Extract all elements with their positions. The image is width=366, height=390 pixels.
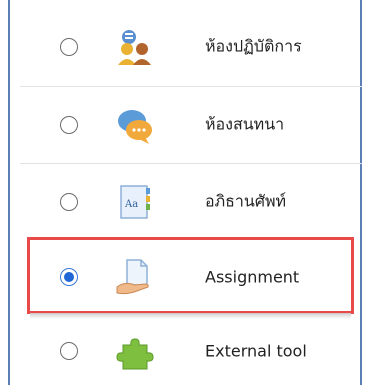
activity-option-chat[interactable]: ห้องสนทนา — [20, 86, 362, 164]
activity-chooser-panel: ห้องปฏิบัติการ ห้องสนทนา Aa อภิธานศัพท์ … — [8, 0, 362, 385]
workshop-radio[interactable] — [60, 38, 78, 56]
svg-text:Aa: Aa — [124, 199, 138, 210]
external-tool-radio[interactable] — [60, 342, 78, 360]
chat-label: ห้องสนทนา — [205, 114, 285, 134]
glossary-label: อภิธานศัพท์ — [205, 191, 287, 211]
workshop-people-icon — [115, 27, 155, 67]
external-tool-label: External tool — [205, 341, 307, 361]
activity-option-glossary[interactable]: Aa อภิธานศัพท์ — [20, 163, 362, 241]
activity-option-external-tool[interactable]: External tool — [20, 312, 362, 390]
chat-bubbles-icon — [115, 105, 155, 145]
selection-highlight-box — [27, 237, 354, 314]
external-tool-puzzle-icon — [115, 331, 155, 371]
glossary-radio[interactable] — [60, 193, 78, 211]
activity-option-workshop[interactable]: ห้องปฏิบัติการ — [20, 8, 362, 86]
workshop-label: ห้องปฏิบัติการ — [205, 36, 302, 56]
glossary-book-icon: Aa — [115, 182, 155, 222]
highlight-shadow — [30, 313, 351, 319]
chat-radio[interactable] — [60, 116, 78, 134]
